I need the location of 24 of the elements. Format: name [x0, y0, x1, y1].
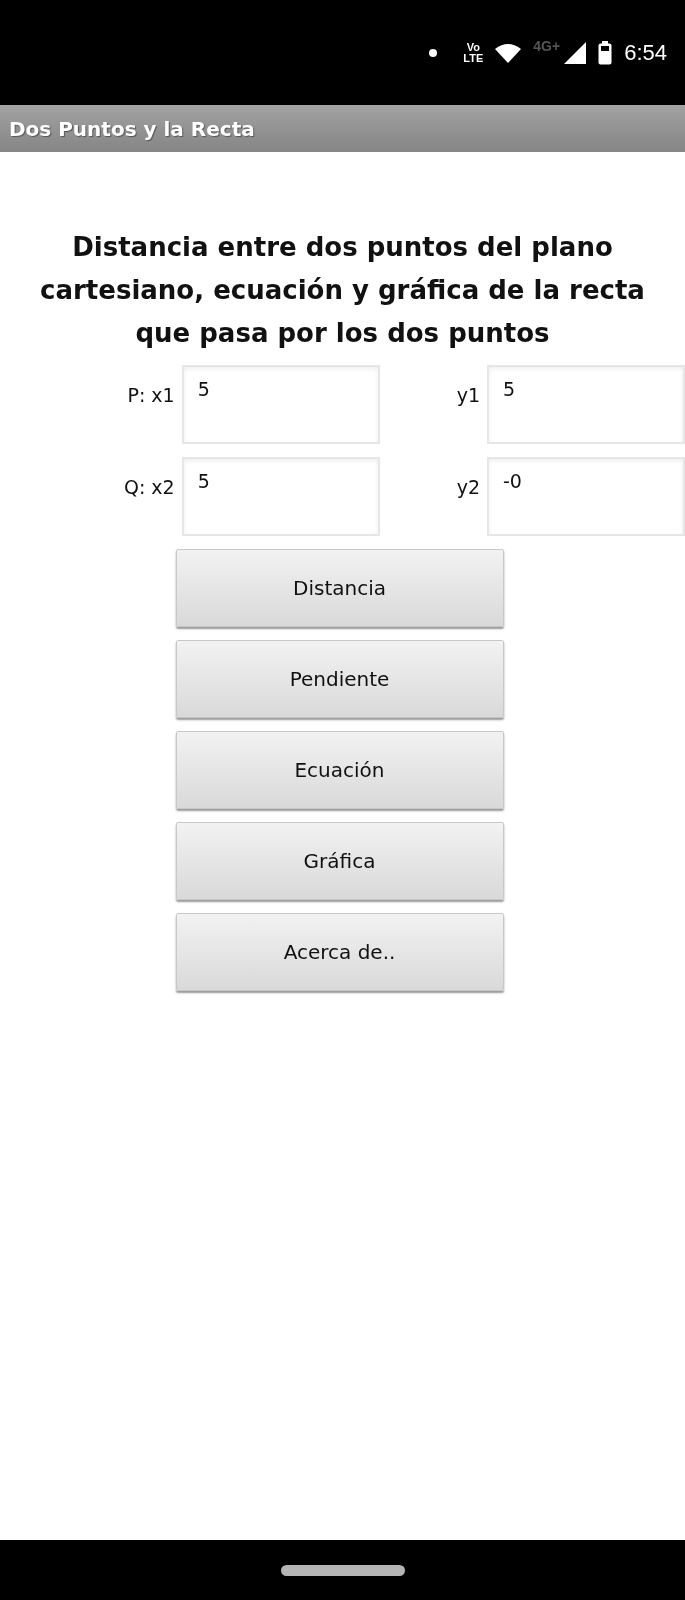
notification-dot-icon	[429, 48, 438, 57]
action-button[interactable]: Acerca de..	[175, 913, 504, 991]
field-label: P: x1	[126, 383, 175, 406]
wifi-icon	[495, 42, 522, 63]
network-type-label: 4G+	[533, 37, 561, 54]
signal-icon	[564, 41, 587, 64]
field-label: Q: x2	[122, 475, 175, 498]
volte-label: Vo	[466, 41, 480, 53]
volte-label: LTE	[463, 52, 484, 64]
number-field[interactable]: 5	[181, 457, 380, 536]
field-label: y2	[455, 475, 480, 498]
number-field[interactable]: 5	[487, 365, 685, 444]
action-button[interactable]: Gráfica	[175, 822, 504, 900]
action-button[interactable]: Pendiente	[175, 640, 504, 718]
action-button[interactable]: Ecuación	[175, 731, 504, 809]
field-label: y1	[455, 383, 480, 406]
home-handle[interactable]	[280, 1564, 405, 1576]
clock: 6:54	[624, 39, 667, 66]
app-title: Dos Puntos y la Recta	[9, 116, 255, 141]
number-field[interactable]: -0	[487, 457, 685, 536]
battery-icon	[598, 40, 613, 65]
action-button[interactable]: Distancia	[175, 549, 504, 627]
number-field[interactable]: 5	[181, 365, 380, 444]
heading: Distancia entre dos puntos del plano cartesiano, ecuación y gráfica de la recta que pasa por los dos puntos	[39, 231, 646, 350]
